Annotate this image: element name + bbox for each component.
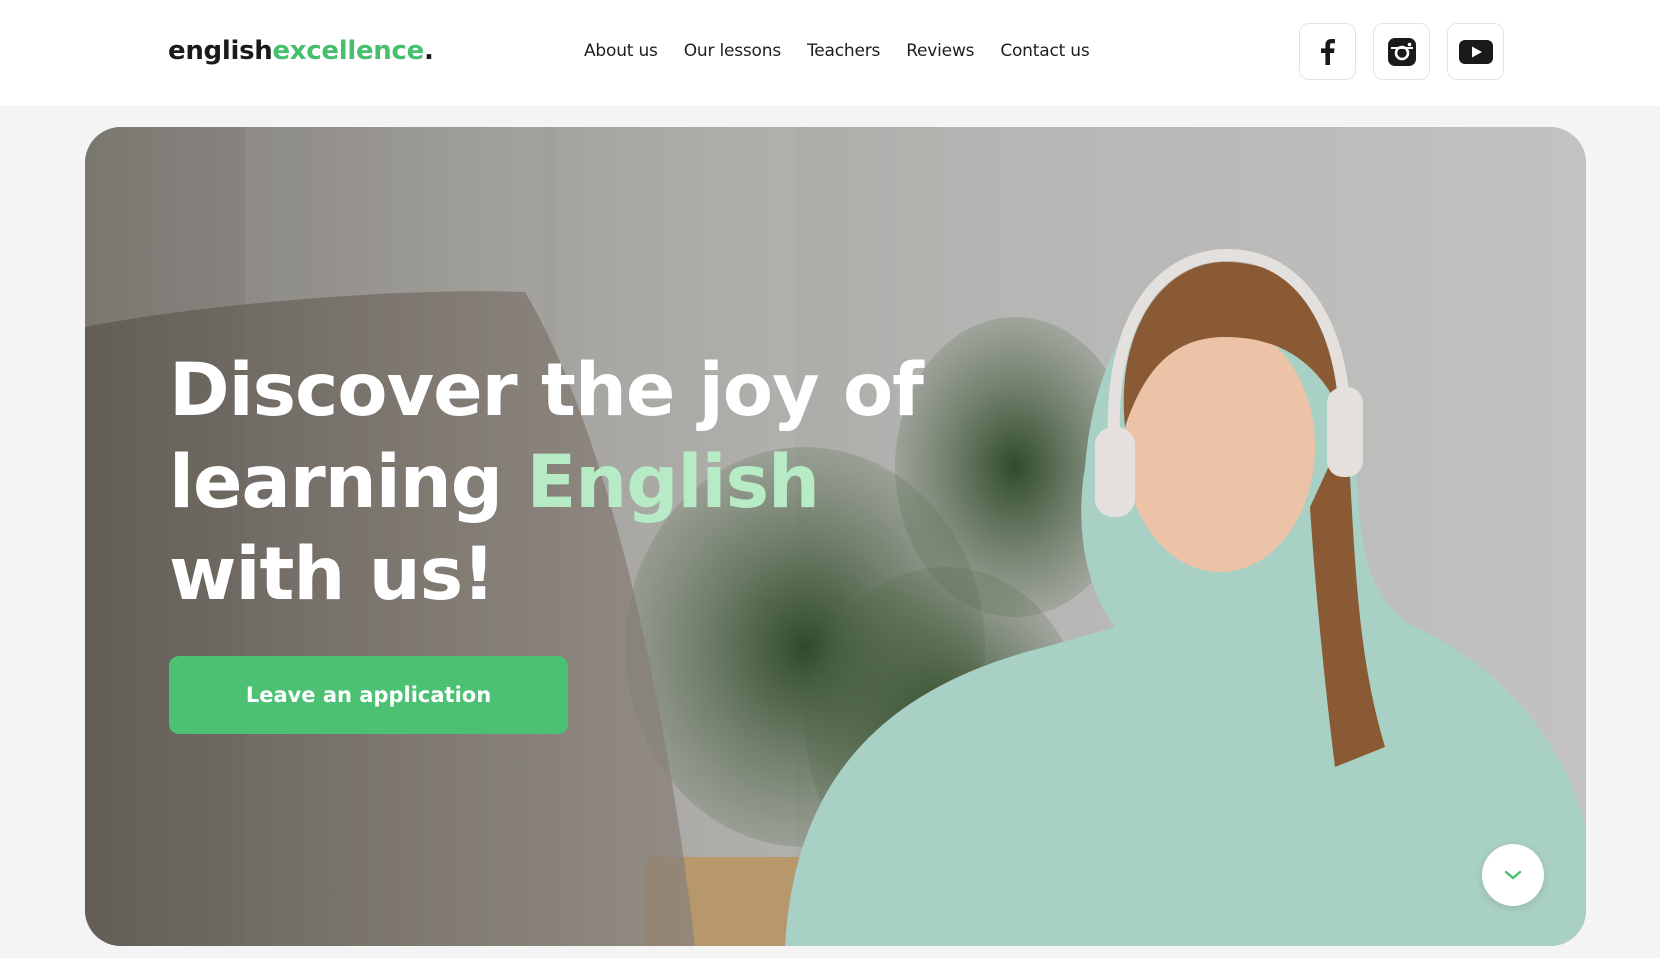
main-nav: About us Our lessons Teachers Reviews Co…	[584, 0, 1090, 102]
chevron-down-icon	[1504, 870, 1522, 880]
scroll-down-button[interactable]	[1482, 844, 1544, 906]
youtube-icon	[1458, 39, 1493, 64]
logo-text-excellence: excellence	[272, 36, 424, 66]
logo-text-english: english	[168, 36, 273, 66]
youtube-button[interactable]	[1447, 23, 1504, 80]
nav-our-lessons[interactable]: Our lessons	[684, 41, 781, 61]
facebook-button[interactable]	[1299, 23, 1356, 80]
instagram-button[interactable]	[1373, 23, 1430, 80]
nav-about-us[interactable]: About us	[584, 41, 658, 61]
facebook-icon	[1320, 38, 1335, 65]
instagram-icon	[1387, 37, 1416, 66]
hero-banner: Discover the joy of learning English wit…	[85, 127, 1586, 946]
hero-title-line3: with us!	[169, 532, 495, 617]
nav-contact-us[interactable]: Contact us	[1000, 41, 1089, 61]
logo-dot: .	[423, 36, 434, 66]
leave-application-button[interactable]: Leave an application	[169, 656, 568, 734]
social-links	[1299, 23, 1504, 80]
nav-reviews[interactable]: Reviews	[906, 41, 974, 61]
hero-title-highlight: English	[526, 440, 820, 525]
hero-title: Discover the joy of learning English wit…	[169, 345, 929, 621]
hero-title-line1: Discover the joy of	[169, 348, 924, 433]
hero-title-line2: learning	[169, 440, 527, 525]
nav-teachers[interactable]: Teachers	[807, 41, 880, 61]
logo[interactable]: englishexcellence.	[168, 36, 434, 66]
site-header: englishexcellence. About us Our lessons …	[0, 0, 1660, 106]
